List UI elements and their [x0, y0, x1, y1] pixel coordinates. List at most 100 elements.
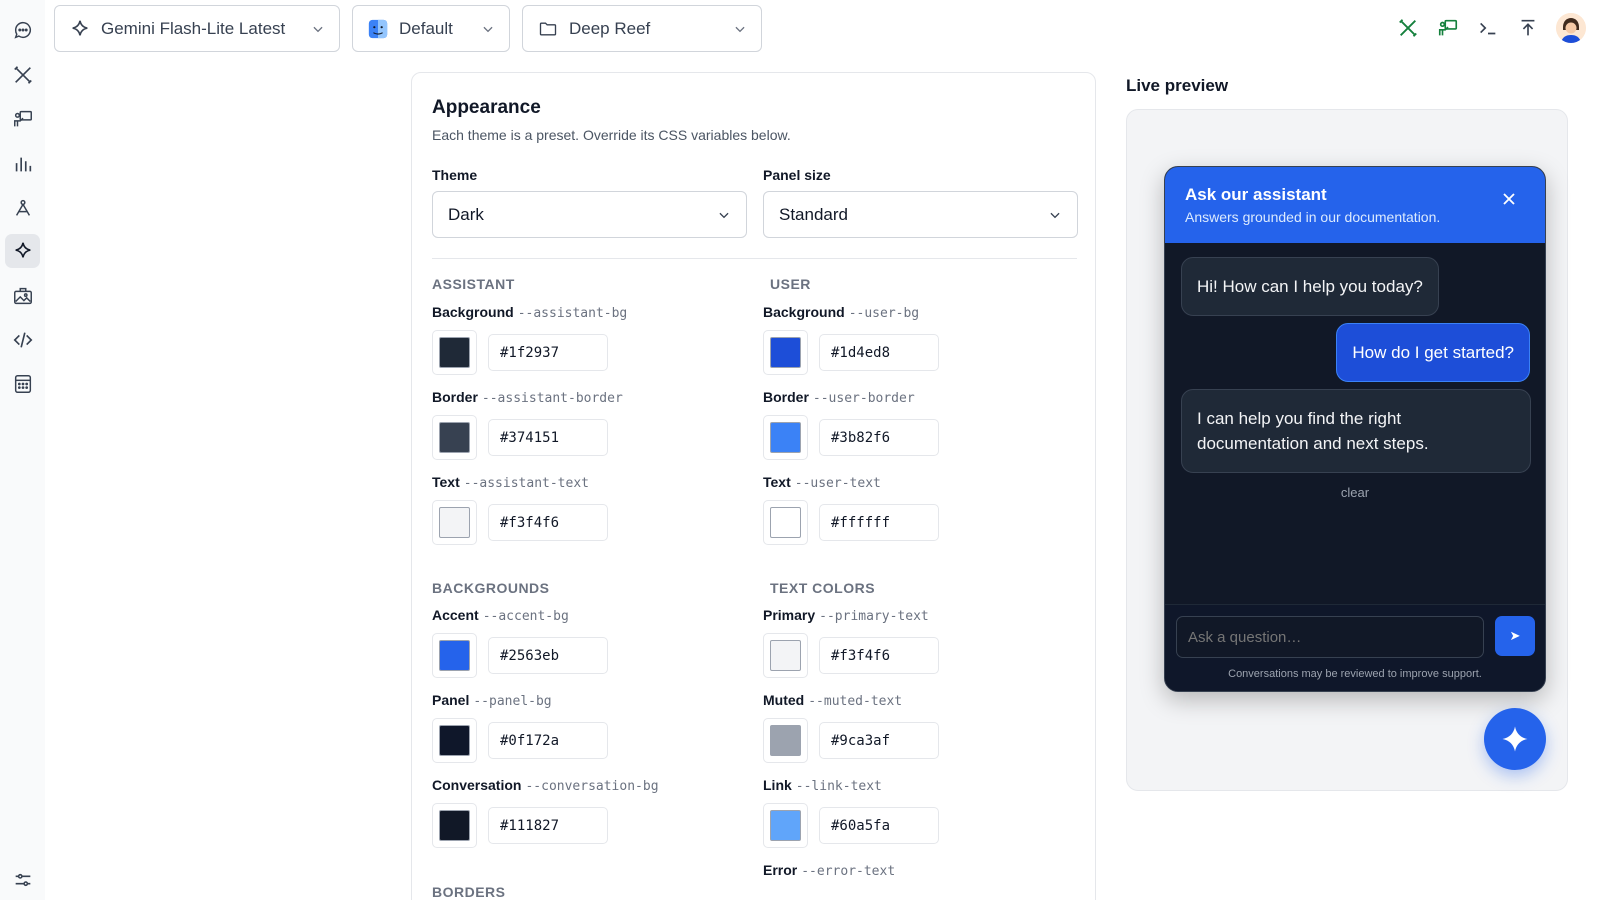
widget-title: Ask our assistant — [1185, 185, 1327, 204]
hex-input-link-text[interactable]: #60a5fa — [819, 807, 939, 844]
chevron-down-icon — [313, 26, 323, 32]
hex-input-conversation-bg[interactable]: #111827 — [488, 807, 608, 844]
calculator-icon — [14, 375, 31, 393]
color-swatch-primary-text[interactable] — [763, 633, 808, 678]
panel-size-label: Panel size — [763, 167, 831, 183]
compass-icon — [15, 199, 30, 216]
hex-input-panel-bg[interactable]: #0f172a — [488, 722, 608, 759]
var-label-user-border: Border --user-border — [763, 389, 915, 406]
section-borders: BORDERS — [432, 884, 506, 900]
var-label-conversation-bg: Conversation --conversation-bg — [432, 777, 659, 794]
color-chip — [439, 725, 470, 756]
send-icon: ➤ — [1509, 628, 1521, 643]
color-swatch-assistant-border[interactable] — [432, 415, 477, 460]
hex-input-assistant-border[interactable]: #374151 — [488, 419, 608, 456]
var-name: Muted — [763, 692, 805, 708]
hex-input-user-bg[interactable]: #1d4ed8 — [819, 334, 939, 371]
tools-nav-button[interactable] — [5, 58, 40, 92]
color-chip — [770, 640, 801, 671]
divider — [432, 258, 1077, 259]
var-label-panel-bg: Panel --panel-bg — [432, 692, 552, 709]
chat-launcher-button[interactable] — [1484, 708, 1546, 770]
var-name: Background — [763, 304, 845, 320]
tools-icon[interactable] — [1396, 16, 1420, 40]
calculator-nav-button[interactable] — [5, 367, 40, 401]
presentation-icon[interactable] — [1436, 16, 1460, 40]
widget-header: Ask our assistant Answers grounded in ou… — [1165, 167, 1545, 243]
assistant-nav-button[interactable] — [5, 234, 40, 268]
top-actions — [1396, 10, 1586, 46]
color-chip — [770, 810, 801, 841]
compass-nav-button[interactable] — [5, 191, 40, 225]
theme-select[interactable]: Dark — [432, 191, 747, 238]
color-swatch-assistant-bg[interactable] — [432, 330, 477, 375]
color-swatch-user-border[interactable] — [763, 415, 808, 460]
var-css-name: --accent-bg — [482, 609, 569, 624]
var-label-muted-text: Muted --muted-text — [763, 692, 902, 709]
code-icon — [13, 332, 32, 348]
theme-value: Dark — [448, 204, 484, 224]
question-input[interactable] — [1176, 616, 1484, 658]
close-icon[interactable] — [1499, 189, 1519, 209]
image-nav-button[interactable] — [5, 279, 40, 313]
var-label-assistant-bg: Background --assistant-bg — [432, 304, 627, 321]
color-swatch-muted-text[interactable] — [763, 718, 808, 763]
color-chip — [439, 337, 470, 368]
send-button[interactable]: ➤ — [1495, 616, 1535, 656]
model-selector-label: Gemini Flash-Lite Latest — [101, 18, 286, 38]
hex-input-primary-text[interactable]: #f3f4f6 — [819, 637, 939, 674]
hex-input-assistant-bg[interactable]: #1f2937 — [488, 334, 608, 371]
var-label-error-text: Error --error-text — [763, 862, 895, 879]
project-selector[interactable]: Deep Reef — [522, 5, 762, 52]
color-chip — [439, 422, 470, 453]
section-backgrounds: BACKGROUNDS — [432, 580, 550, 596]
profile-selector-label: Default — [399, 18, 453, 38]
chevron-down-icon — [483, 26, 493, 32]
color-swatch-user-bg[interactable] — [763, 330, 808, 375]
analytics-nav-button[interactable] — [5, 147, 40, 181]
hex-input-assistant-text[interactable]: #f3f4f6 — [488, 504, 608, 541]
var-name: Background — [432, 304, 514, 320]
color-chip — [770, 725, 801, 756]
chat-icon — [13, 21, 31, 39]
var-css-name: --assistant-border — [481, 391, 623, 406]
chat-nav-button[interactable] — [5, 13, 40, 47]
var-css-name: --panel-bg — [473, 694, 552, 709]
var-name: Conversation — [432, 777, 522, 793]
code-nav-button[interactable] — [5, 323, 40, 357]
settings-nav-button[interactable] — [5, 863, 40, 897]
var-name: Text — [432, 474, 460, 490]
hex-input-accent-bg[interactable]: #2563eb — [488, 637, 608, 674]
project-selector-label: Deep Reef — [569, 18, 651, 38]
color-swatch-conversation-bg[interactable] — [432, 803, 477, 848]
hex-input-user-text[interactable]: #ffffff — [819, 504, 939, 541]
widget-subtitle: Answers grounded in our documentation. — [1185, 209, 1441, 225]
finder-icon — [367, 18, 389, 40]
avatar[interactable] — [1556, 13, 1586, 43]
panel-size-select[interactable]: Standard — [763, 191, 1078, 238]
var-css-name: --assistant-bg — [517, 306, 628, 321]
profile-selector[interactable]: Default — [352, 5, 510, 52]
presentation-nav-button[interactable] — [5, 102, 40, 136]
color-swatch-accent-bg[interactable] — [432, 633, 477, 678]
var-css-name: --primary-text — [819, 609, 929, 624]
upload-icon[interactable] — [1516, 16, 1540, 40]
color-swatch-panel-bg[interactable] — [432, 718, 477, 763]
chevron-down-icon — [735, 26, 745, 32]
card-title: Appearance — [432, 97, 541, 118]
assistant-message: I can help you find the right documentat… — [1181, 389, 1531, 473]
var-name: Accent — [432, 607, 479, 623]
color-swatch-user-text[interactable] — [763, 500, 808, 545]
color-swatch-assistant-text[interactable] — [432, 500, 477, 545]
var-label-assistant-border: Border --assistant-border — [432, 389, 623, 406]
hex-input-muted-text[interactable]: #9ca3af — [819, 722, 939, 759]
clear-link[interactable]: clear — [1165, 485, 1545, 500]
var-label-assistant-text: Text --assistant-text — [432, 474, 589, 491]
var-css-name: --user-text — [794, 476, 881, 491]
terminal-icon[interactable] — [1476, 16, 1500, 40]
var-name: Error — [763, 862, 798, 878]
hex-input-user-border[interactable]: #3b82f6 — [819, 419, 939, 456]
color-swatch-link-text[interactable] — [763, 803, 808, 848]
model-selector[interactable]: Gemini Flash-Lite Latest — [54, 5, 340, 52]
var-css-name: --muted-text — [808, 694, 903, 709]
